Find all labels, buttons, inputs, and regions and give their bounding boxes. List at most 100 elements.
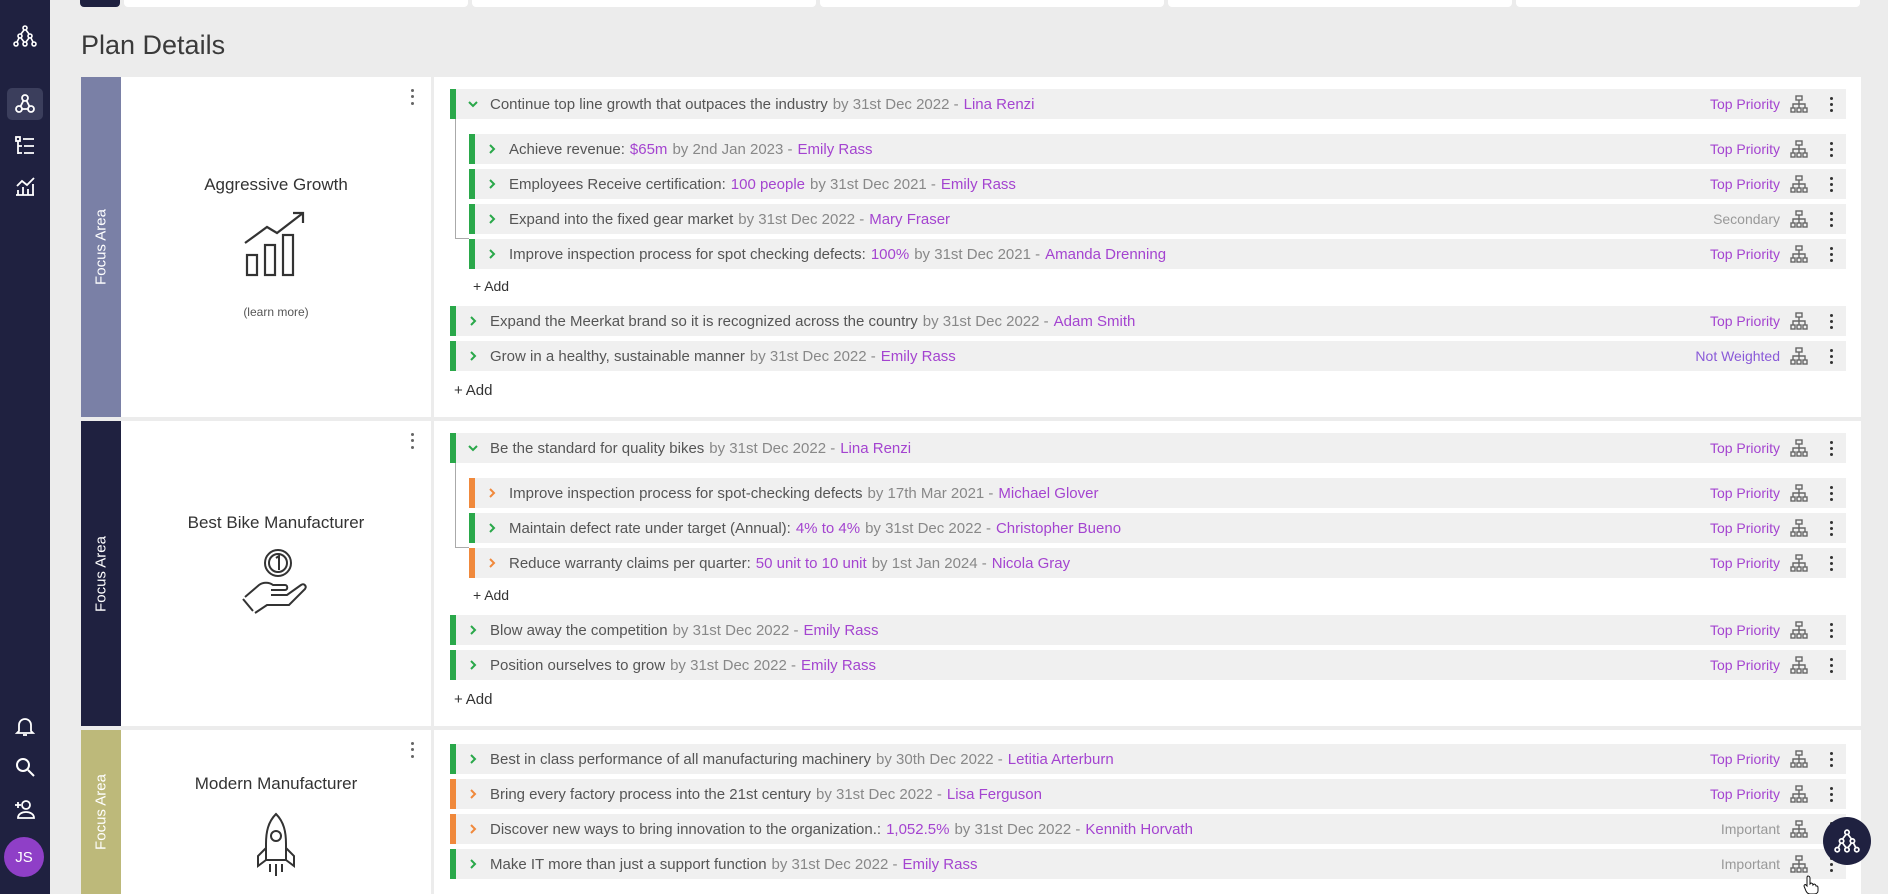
chevron-right-icon[interactable] [483, 175, 501, 193]
hierarchy-icon[interactable] [1790, 95, 1808, 113]
goal-row[interactable]: Bring every factory process into the 21s… [450, 779, 1846, 809]
hierarchy-icon[interactable] [1790, 855, 1808, 873]
sub-goal-row[interactable]: Maintain defect rate under target (Annua… [469, 513, 1846, 543]
owner-link[interactable]: Lisa Ferguson [947, 786, 1042, 803]
kebab-menu-icon[interactable] [1828, 750, 1834, 768]
chevron-right-icon[interactable] [483, 519, 501, 537]
hierarchy-icon[interactable] [1790, 656, 1808, 674]
goal-row[interactable]: Grow in a healthy, sustainable manner by… [450, 341, 1846, 371]
summary-card[interactable] [472, 0, 816, 7]
kebab-menu-icon[interactable] [1828, 439, 1834, 457]
goal-row[interactable]: Make IT more than just a support functio… [450, 849, 1846, 879]
owner-link[interactable]: Letitia Arterburn [1008, 751, 1114, 768]
kebab-menu-icon[interactable] [407, 431, 417, 451]
chevron-right-icon[interactable] [464, 785, 482, 803]
summary-card[interactable] [1168, 0, 1512, 7]
kebab-menu-icon[interactable] [1828, 785, 1834, 803]
owner-link[interactable]: Michael Glover [998, 485, 1098, 502]
hierarchy-icon[interactable] [1790, 621, 1808, 639]
owner-link[interactable]: Emily Rass [798, 141, 873, 158]
hierarchy-icon[interactable] [1790, 175, 1808, 193]
add-sub-goal-button[interactable]: + Add [473, 587, 509, 603]
chevron-right-icon[interactable] [464, 855, 482, 873]
owner-link[interactable]: Lina Renzi [964, 96, 1035, 113]
hierarchy-icon[interactable] [1790, 519, 1808, 537]
hierarchy-icon[interactable] [1790, 140, 1808, 158]
owner-link[interactable]: Emily Rass [804, 622, 879, 639]
owner-link[interactable]: Adam Smith [1054, 313, 1136, 330]
add-sub-goal-button[interactable]: + Add [473, 278, 509, 294]
owner-link[interactable]: Mary Fraser [869, 211, 950, 228]
hierarchy-icon[interactable] [1790, 439, 1808, 457]
kebab-menu-icon[interactable] [1828, 656, 1834, 674]
org-chart-icon[interactable] [7, 20, 43, 52]
strategy-map-icon[interactable] [7, 88, 43, 120]
priority-badge[interactable]: Top Priority [1710, 751, 1780, 767]
chevron-right-icon[interactable] [483, 140, 501, 158]
hierarchy-icon[interactable] [1790, 554, 1808, 572]
priority-badge[interactable]: Important [1721, 821, 1780, 837]
hierarchy-icon[interactable] [1790, 210, 1808, 228]
priority-badge[interactable]: Not Weighted [1695, 348, 1780, 364]
kebab-menu-icon[interactable] [1828, 210, 1834, 228]
summary-card[interactable] [820, 0, 1164, 7]
goal-row[interactable]: Continue top line growth that outpaces t… [450, 89, 1846, 119]
owner-link[interactable]: Emily Rass [941, 176, 1016, 193]
summary-card[interactable] [124, 0, 468, 7]
org-chart-fab-button[interactable] [1823, 817, 1871, 865]
hierarchy-icon[interactable] [1790, 312, 1808, 330]
goal-row[interactable]: Discover new ways to bring innovation to… [450, 814, 1846, 844]
kebab-menu-icon[interactable] [1828, 140, 1834, 158]
chevron-right-icon[interactable] [464, 656, 482, 674]
add-goal-button[interactable]: + Add [454, 382, 492, 399]
owner-link[interactable]: Kennith Horvath [1085, 821, 1193, 838]
priority-badge[interactable]: Top Priority [1710, 622, 1780, 638]
kebab-menu-icon[interactable] [1828, 484, 1834, 502]
priority-badge[interactable]: Top Priority [1710, 786, 1780, 802]
add-user-icon[interactable] [7, 793, 43, 825]
kebab-menu-icon[interactable] [1828, 95, 1834, 113]
priority-badge[interactable]: Top Priority [1710, 520, 1780, 536]
hierarchy-icon[interactable] [1790, 820, 1808, 838]
priority-badge[interactable]: Top Priority [1710, 555, 1780, 571]
list-tree-icon[interactable] [7, 130, 43, 162]
owner-link[interactable]: Emily Rass [801, 657, 876, 674]
add-goal-button[interactable]: + Add [454, 691, 492, 708]
sub-goal-row[interactable]: Improve inspection process for spot chec… [469, 239, 1846, 269]
avatar[interactable]: JS [4, 837, 44, 877]
goal-row[interactable]: Position ourselves to grow by 31st Dec 2… [450, 650, 1846, 680]
summary-tab[interactable] [80, 0, 120, 7]
priority-badge[interactable]: Top Priority [1710, 313, 1780, 329]
goal-row[interactable]: Best in class performance of all manufac… [450, 744, 1846, 774]
kebab-menu-icon[interactable] [1828, 175, 1834, 193]
chevron-right-icon[interactable] [483, 554, 501, 572]
sub-goal-row[interactable]: Employees Receive certification: 100 peo… [469, 169, 1846, 199]
chevron-right-icon[interactable] [483, 245, 501, 263]
chevron-right-icon[interactable] [464, 621, 482, 639]
hierarchy-icon[interactable] [1790, 347, 1808, 365]
priority-badge[interactable]: Top Priority [1710, 141, 1780, 157]
kebab-menu-icon[interactable] [1828, 245, 1834, 263]
priority-badge[interactable]: Top Priority [1710, 657, 1780, 673]
sub-goal-row[interactable]: Achieve revenue: $65m by 2nd Jan 2023 - … [469, 134, 1846, 164]
goal-row[interactable]: Expand the Meerkat brand so it is recogn… [450, 306, 1846, 336]
kebab-menu-icon[interactable] [1828, 312, 1834, 330]
kebab-menu-icon[interactable] [1828, 554, 1834, 572]
chevron-right-icon[interactable] [464, 347, 482, 365]
bell-icon[interactable] [7, 710, 43, 742]
kebab-menu-icon[interactable] [1828, 347, 1834, 365]
hierarchy-icon[interactable] [1790, 750, 1808, 768]
kebab-menu-icon[interactable] [1828, 621, 1834, 639]
priority-badge[interactable]: Top Priority [1710, 96, 1780, 112]
chevron-right-icon[interactable] [483, 210, 501, 228]
priority-badge[interactable]: Top Priority [1710, 485, 1780, 501]
priority-badge[interactable]: Important [1721, 856, 1780, 872]
hierarchy-icon[interactable] [1790, 245, 1808, 263]
chart-icon[interactable] [7, 171, 43, 203]
chevron-right-icon[interactable] [464, 750, 482, 768]
summary-card[interactable] [1516, 0, 1860, 7]
priority-badge[interactable]: Secondary [1713, 211, 1780, 227]
sub-goal-row[interactable]: Improve inspection process for spot-chec… [469, 478, 1846, 508]
learn-more-link[interactable]: (learn more) [121, 305, 431, 319]
sub-goal-row[interactable]: Expand into the fixed gear market by 31s… [469, 204, 1846, 234]
